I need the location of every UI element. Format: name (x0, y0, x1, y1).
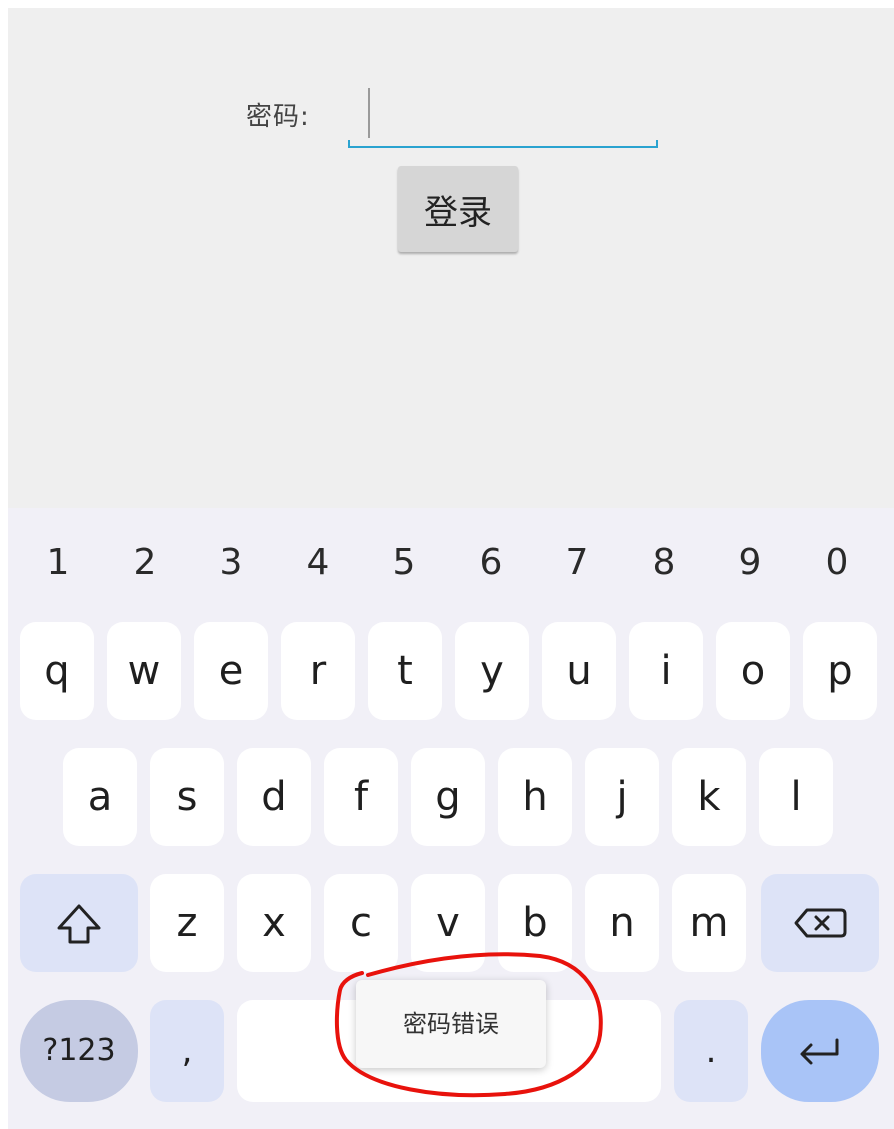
key-e[interactable]: e (194, 622, 268, 720)
key-5[interactable]: 5 (374, 528, 434, 598)
key-1[interactable]: 1 (28, 528, 88, 598)
key-o[interactable]: o (716, 622, 790, 720)
key-i[interactable]: i (629, 622, 703, 720)
key-v[interactable]: v (411, 874, 485, 972)
input-underline-right-tick (656, 140, 658, 148)
backspace-icon (794, 908, 847, 938)
number-row: 1 2 3 4 5 6 7 8 9 0 (8, 528, 888, 598)
enter-key[interactable] (761, 1000, 879, 1102)
key-9[interactable]: 9 (720, 528, 780, 598)
key-d[interactable]: d (237, 748, 311, 846)
app-screen: 密码: 登录 (8, 8, 894, 508)
key-j[interactable]: j (585, 748, 659, 846)
key-7[interactable]: 7 (547, 528, 607, 598)
key-m[interactable]: m (672, 874, 746, 972)
key-4[interactable]: 4 (288, 528, 348, 598)
key-t[interactable]: t (368, 622, 442, 720)
key-y[interactable]: y (455, 622, 529, 720)
enter-icon (800, 1038, 839, 1065)
error-toast: 密码错误 (356, 980, 546, 1068)
backspace-key[interactable] (761, 874, 879, 972)
password-input[interactable] (348, 84, 658, 150)
password-label: 密码: (246, 102, 310, 132)
input-underline-left-tick (348, 140, 350, 148)
input-underline (348, 146, 658, 148)
key-l[interactable]: l (759, 748, 833, 846)
key-u[interactable]: u (542, 622, 616, 720)
key-6[interactable]: 6 (461, 528, 521, 598)
key-s[interactable]: s (150, 748, 224, 846)
key-f[interactable]: f (324, 748, 398, 846)
key-q[interactable]: q (20, 622, 94, 720)
key-z[interactable]: z (150, 874, 224, 972)
key-2[interactable]: 2 (115, 528, 175, 598)
key-w[interactable]: w (107, 622, 181, 720)
key-n[interactable]: n (585, 874, 659, 972)
key-h[interactable]: h (498, 748, 572, 846)
shift-icon (57, 904, 101, 944)
key-g[interactable]: g (411, 748, 485, 846)
key-k[interactable]: k (672, 748, 746, 846)
key-b[interactable]: b (498, 874, 572, 972)
key-0[interactable]: 0 (807, 528, 867, 598)
key-a[interactable]: a (63, 748, 137, 846)
comma-key[interactable]: , (150, 1000, 224, 1102)
key-3[interactable]: 3 (201, 528, 261, 598)
key-x[interactable]: x (237, 874, 311, 972)
period-key[interactable]: . (674, 1000, 748, 1102)
text-cursor (368, 88, 370, 138)
key-8[interactable]: 8 (634, 528, 694, 598)
key-r[interactable]: r (281, 622, 355, 720)
login-button[interactable]: 登录 (398, 166, 518, 252)
symbols-key[interactable]: ?123 (20, 1000, 138, 1102)
shift-key[interactable] (20, 874, 138, 972)
key-c[interactable]: c (324, 874, 398, 972)
key-p[interactable]: p (803, 622, 877, 720)
